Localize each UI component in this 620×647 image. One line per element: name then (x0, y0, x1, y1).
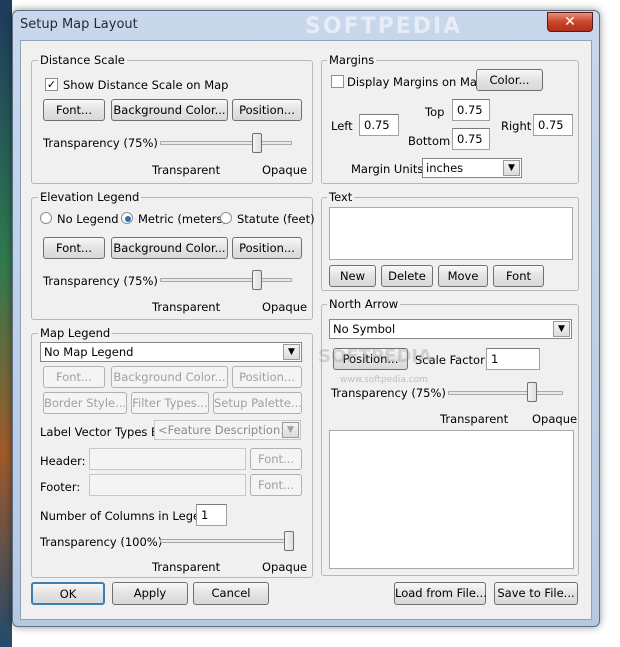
load-from-file-button[interactable]: Load from File... (394, 582, 487, 605)
margin-right-label: Right (501, 119, 532, 133)
display-margins-label: Display Margins on Map (347, 75, 485, 89)
chevron-down-icon: ▼ (282, 422, 299, 438)
north-arrow-transparency-track (448, 391, 563, 395)
margin-bottom-label: Bottom (408, 134, 451, 148)
display-margins-checkbox[interactable] (331, 75, 344, 88)
legend-font-button[interactable]: Font... (43, 366, 105, 388)
no-legend-radio[interactable] (40, 212, 52, 224)
show-distance-scale-label: Show Distance Scale on Map (63, 78, 229, 92)
setup-palette-button[interactable]: Setup Palette... (213, 392, 302, 414)
chevron-down-icon: ▼ (503, 160, 520, 176)
distance-scale-label: Distance Scale (38, 53, 127, 67)
checkmark-icon: ✓ (46, 78, 57, 91)
footer-input[interactable] (89, 474, 246, 496)
elevation-opaque-label: Opaque (262, 300, 308, 314)
close-icon: ✕ (564, 14, 576, 30)
text-move-button[interactable]: Move (438, 265, 488, 287)
margin-bottom-input[interactable]: 0.75 (452, 128, 490, 150)
legend-transparency-track (160, 539, 294, 543)
elevation-position-button[interactable]: Position... (232, 237, 302, 259)
legend-opaque-label: Opaque (262, 560, 308, 574)
legend-background-color-button[interactable]: Background Color... (111, 366, 228, 388)
north-arrow-transparency-slider[interactable] (526, 382, 537, 402)
distance-font-button[interactable]: Font... (43, 99, 105, 121)
distance-transparency-track (160, 141, 292, 145)
label-vector-types-select[interactable]: <Feature Description> ▼ (154, 420, 301, 440)
window-title: Setup Map Layout (20, 17, 138, 32)
map-legend-label: Map Legend (38, 326, 113, 340)
text-group-label: Text (327, 190, 355, 204)
north-arrow-transparent-label: Transparent (440, 412, 509, 426)
map-legend-select[interactable]: No Map Legend ▼ (40, 342, 302, 362)
margin-top-label: Top (425, 105, 445, 119)
elevation-background-color-button[interactable]: Background Color... (111, 237, 228, 259)
north-arrow-transparency-label: Transparency (75%) (331, 386, 446, 400)
legend-transparency-label: Transparency (100%) (40, 535, 163, 549)
legend-columns-input[interactable]: 1 (196, 504, 227, 526)
elevation-transparency-label: Transparency (75%) (43, 274, 158, 288)
legend-position-button[interactable]: Position... (232, 366, 302, 388)
margin-top-input[interactable]: 0.75 (452, 99, 490, 121)
apply-button[interactable]: Apply (112, 582, 188, 605)
legend-columns-label: Number of Columns in Legend: (40, 509, 219, 523)
elevation-transparency-slider[interactable] (251, 270, 262, 290)
elevation-font-button[interactable]: Font... (43, 237, 105, 259)
close-button[interactable]: ✕ (547, 12, 593, 32)
map-legend-select-value: No Map Legend (44, 345, 134, 359)
no-legend-radio-label: No Legend (57, 212, 119, 226)
margin-units-value: inches (426, 161, 464, 175)
margin-color-button[interactable]: Color... (476, 69, 543, 91)
elevation-transparency-track (160, 278, 292, 282)
north-arrow-symbol-value: No Symbol (333, 322, 396, 336)
distance-transparency-slider[interactable] (251, 133, 262, 153)
statute-radio-label: Statute (feet) (237, 212, 315, 226)
distance-opaque-label: Opaque (262, 163, 308, 177)
text-list[interactable] (329, 207, 573, 260)
watermark-mid: SOFTPEDIA (318, 346, 432, 367)
footer-font-button[interactable]: Font... (250, 474, 302, 496)
margin-left-label: Left (331, 119, 353, 133)
scale-factor-input[interactable]: 1 (486, 348, 540, 370)
chevron-down-icon: ▼ (283, 344, 300, 360)
statute-radio[interactable] (220, 212, 232, 224)
filter-types-button[interactable]: Filter Types... (131, 392, 209, 414)
label-vector-types-value: <Feature Description> (158, 423, 290, 437)
header-font-button[interactable]: Font... (250, 448, 302, 470)
distance-background-color-button[interactable]: Background Color... (111, 99, 228, 121)
ok-button[interactable]: OK (31, 582, 105, 605)
header-label: Header: (40, 454, 86, 468)
distance-transparency-label: Transparency (75%) (43, 136, 158, 150)
text-delete-button[interactable]: Delete (381, 265, 433, 287)
distance-transparent-label: Transparent (152, 163, 221, 177)
show-distance-scale-checkbox[interactable]: ✓ (45, 78, 58, 91)
north-arrow-label: North Arrow (327, 297, 401, 311)
desktop-background (0, 0, 12, 647)
elevation-legend-label: Elevation Legend (38, 190, 142, 204)
cancel-button[interactable]: Cancel (193, 582, 269, 605)
north-arrow-preview (329, 430, 574, 569)
text-new-button[interactable]: New (329, 265, 376, 287)
legend-transparent-label: Transparent (152, 560, 221, 574)
margin-right-input[interactable]: 0.75 (533, 114, 573, 136)
metric-radio[interactable] (121, 212, 133, 224)
margin-units-select[interactable]: inches ▼ (422, 158, 522, 178)
north-arrow-opaque-label: Opaque (532, 412, 578, 426)
watermark: SOFTPEDIA (305, 14, 463, 39)
header-input[interactable] (89, 448, 246, 470)
label-vector-types-label: Label Vector Types By: (40, 425, 169, 439)
footer-label: Footer: (40, 480, 81, 494)
text-font-button[interactable]: Font (493, 265, 544, 287)
margins-label: Margins (327, 53, 377, 67)
legend-transparency-slider[interactable] (284, 531, 294, 551)
save-to-file-button[interactable]: Save to File... (494, 582, 578, 605)
north-arrow-symbol-select[interactable]: No Symbol ▼ (329, 319, 572, 339)
watermark-url: www.softpedia.com (340, 375, 428, 385)
metric-radio-label: Metric (meters) (138, 212, 227, 226)
distance-position-button[interactable]: Position... (232, 99, 302, 121)
margin-units-label: Margin Units: (351, 162, 428, 176)
chevron-down-icon: ▼ (553, 321, 570, 337)
elevation-transparent-label: Transparent (152, 300, 221, 314)
border-style-button[interactable]: Border Style... (43, 392, 127, 414)
margin-left-input[interactable]: 0.75 (359, 114, 399, 136)
